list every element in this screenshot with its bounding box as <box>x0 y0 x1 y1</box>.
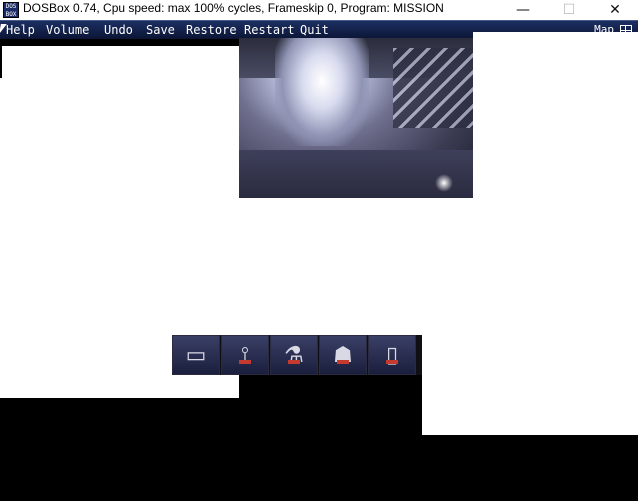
scene-light-flare <box>435 174 453 192</box>
blank-region-center <box>239 190 317 335</box>
menu-volume[interactable]: Volume <box>46 23 89 37</box>
cylinder-icon: ▯ <box>385 343 399 368</box>
blank-region-top-right <box>473 32 638 110</box>
scene-glowing-figure <box>275 38 369 146</box>
inventory-slot-4[interactable]: ☗ <box>319 335 367 375</box>
inventory-slot-5[interactable]: ▯ <box>368 335 416 375</box>
menu-undo[interactable]: Undo <box>104 23 133 37</box>
window-title-bar: DOS BOX DOSBox 0.74, Cpu speed: max 100%… <box>0 0 638 20</box>
blank-edge <box>0 46 2 78</box>
menu-restore[interactable]: Restore <box>186 23 237 37</box>
scene-stairs <box>393 48 473 128</box>
red-band <box>386 360 398 364</box>
inventory-slot-1[interactable]: ▭ <box>172 335 220 375</box>
menu-restart[interactable]: Restart <box>244 23 295 37</box>
menu-save[interactable]: Save <box>146 23 175 37</box>
canister-device-icon: ⚗ <box>284 343 304 368</box>
antenna-icon: ⟟ <box>240 343 250 368</box>
window-title: DOSBox 0.74, Cpu speed: max 100% cycles,… <box>23 1 444 15</box>
close-button[interactable]: ✕ <box>592 0 638 20</box>
red-band <box>239 360 251 364</box>
inventory-slot-3[interactable]: ⚗ <box>270 335 318 375</box>
robot-figure-icon: ☗ <box>333 343 353 368</box>
inventory-slot-2[interactable]: ⟟ <box>221 335 269 375</box>
red-band <box>337 360 349 364</box>
inventory-bar: ▭ ⟟ ⚗ ☗ ▯ <box>172 335 422 375</box>
blank-region-lower-right <box>422 335 638 435</box>
maximize-button[interactable]: ☐ <box>546 0 592 20</box>
dosbox-app-icon[interactable]: DOS BOX <box>3 2 19 18</box>
map-paper-icon: ▭ <box>185 343 207 368</box>
minimize-button[interactable]: — <box>500 0 546 20</box>
game-scene-view[interactable] <box>239 38 473 198</box>
red-band <box>288 360 300 364</box>
menu-help[interactable]: Help <box>6 23 35 37</box>
menu-quit[interactable]: Quit <box>300 23 329 37</box>
